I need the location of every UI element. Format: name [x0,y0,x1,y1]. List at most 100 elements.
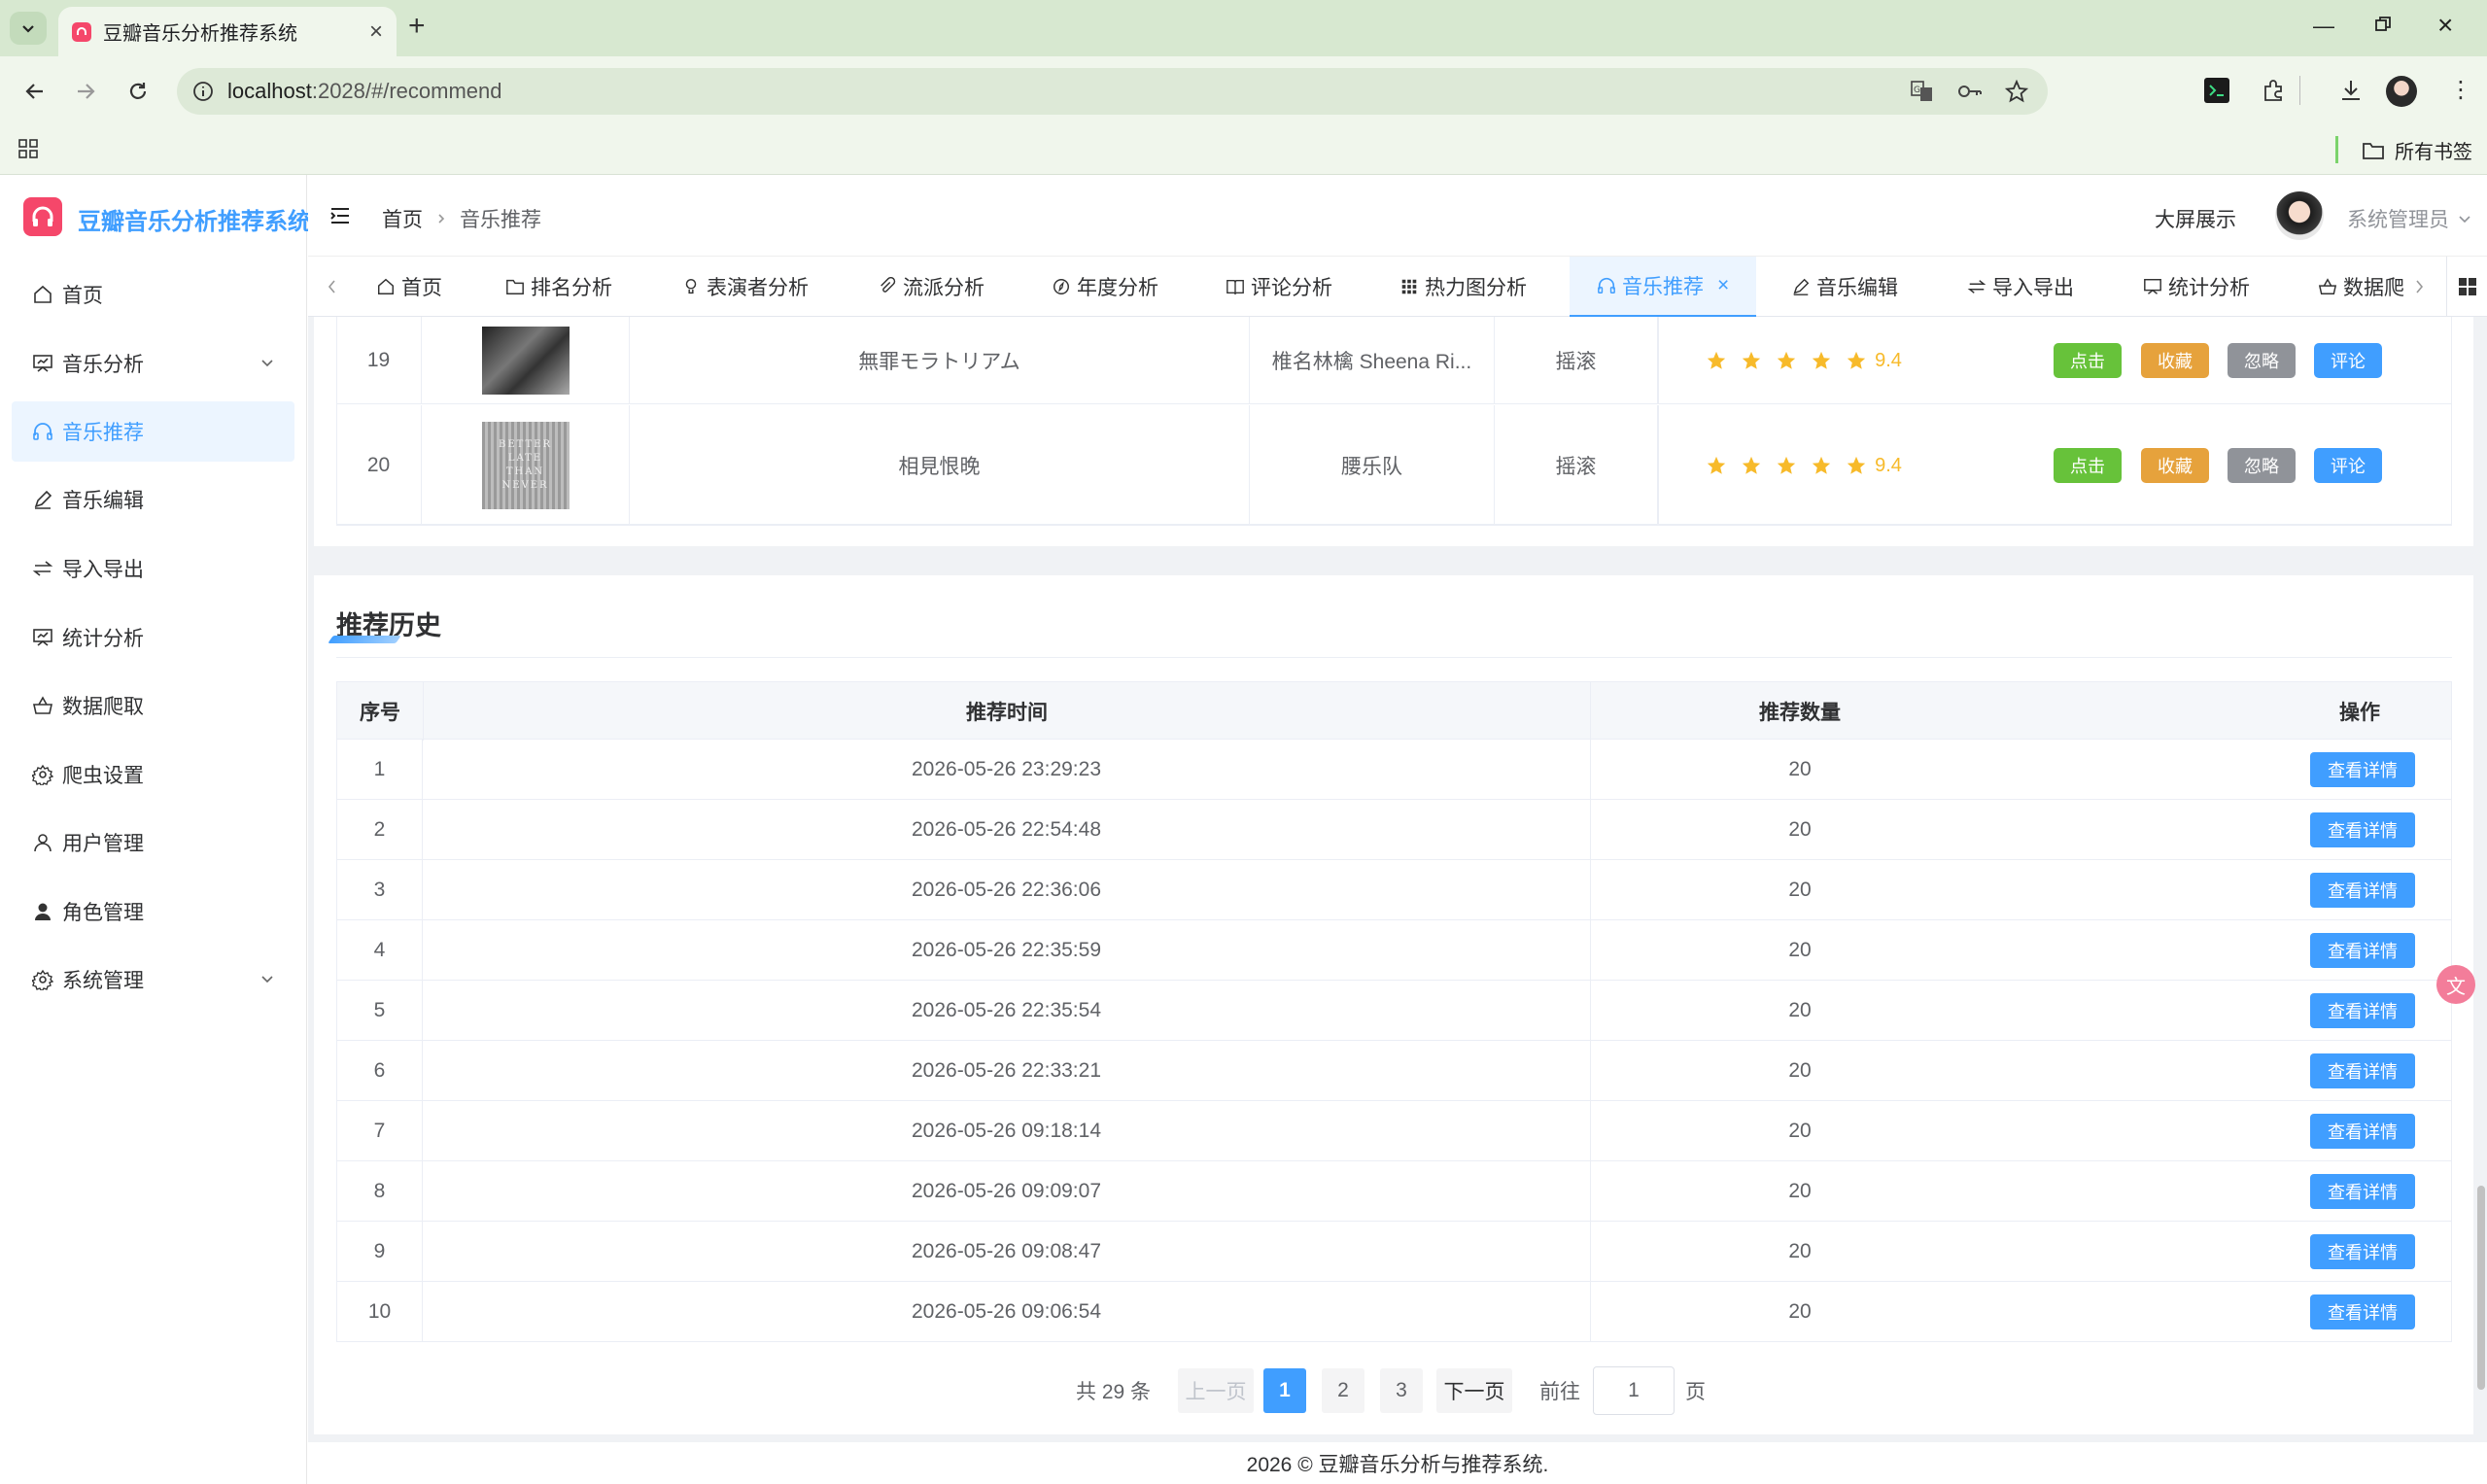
all-bookmarks-button[interactable]: 所有书签 [2362,136,2472,164]
tab-home[interactable]: 首页 [376,257,442,317]
view-detail-button[interactable]: 查看详情 [2310,873,2415,908]
cell-title: 無罪モラトリアム [630,317,1250,404]
view-detail-button[interactable]: 查看详情 [2310,1053,2415,1088]
goto-page-input[interactable] [1593,1366,1675,1415]
sidebar-item-label: 首页 [62,285,103,307]
sidebar-item-user-management[interactable]: 用户管理 [12,812,294,873]
cell-time: 2026-05-26 22:36:06 [423,860,1591,920]
tab-search-button[interactable] [10,12,47,45]
breadcrumb: 首页 音乐推荐 [382,204,541,233]
sidebar-item-crawl[interactable]: 数据爬取 [12,675,294,736]
address-bar[interactable]: localhost:2028/#/recommend G [177,68,2048,115]
view-detail-button[interactable]: 查看详情 [2310,752,2415,787]
goto-label: 前往 [1539,1381,1580,1403]
tab-music-recommend[interactable]: 音乐推荐 × [1570,257,1757,317]
minimize-icon[interactable]: — [2313,14,2334,39]
close-tab-icon[interactable]: × [1717,274,1729,297]
chevron-down-icon [261,360,273,367]
apps-grid-icon[interactable] [17,138,39,159]
sidebar-item-music-analysis[interactable]: 音乐分析 [12,333,294,394]
tab-comment[interactable]: 评论分析 [1226,257,1332,317]
sidebar-item-system-management[interactable]: 系统管理 [12,949,294,1010]
kebab-menu-icon[interactable]: ⋮ [2449,78,2472,103]
hamburger-icon[interactable] [329,206,351,225]
view-detail-button[interactable]: 查看详情 [2310,1234,2415,1269]
tab-heatmap[interactable]: 热力图分析 [1399,257,1527,317]
sidebar-item-role-management[interactable]: 角色管理 [12,881,294,942]
sidebar-item-home[interactable]: 首页 [12,264,294,325]
view-detail-button[interactable]: 查看详情 [2310,1174,2415,1209]
ignore-button[interactable]: 忽略 [2228,448,2296,483]
tab-music-edit[interactable]: 音乐编辑 [1791,257,1898,317]
scroll-left-icon[interactable] [326,278,339,295]
view-detail-button[interactable]: 查看详情 [2310,993,2415,1028]
favorite-button[interactable]: 收藏 [2141,448,2209,483]
bookmark-star-icon[interactable] [2005,80,2028,103]
next-page-button[interactable]: 下一页 [1436,1368,1512,1413]
tab-annual[interactable]: 年度分析 [1052,257,1158,317]
page-2-button[interactable]: 2 [1322,1368,1364,1413]
cell-artist: 腰乐队 [1250,405,1495,526]
table-row: 8 2026-05-26 09:09:07 20 查看详情 [336,1161,2452,1222]
sidebar-item-label: 音乐分析 [62,354,144,376]
translate-float-icon[interactable]: 文 [2436,965,2475,1004]
page-scrollbar[interactable] [2477,1186,2485,1390]
view-detail-button[interactable]: 查看详情 [2310,1114,2415,1149]
forward-arrow-icon[interactable] [68,74,103,109]
user-menu[interactable]: 系统管理员 [2347,204,2472,233]
favorite-button[interactable]: 收藏 [2141,343,2209,378]
browser-tab-strip: 豆瓣音乐分析推荐系统 × + — × [0,0,2487,56]
tab-ranking[interactable]: 排名分析 [505,257,612,317]
download-icon[interactable] [2338,78,2364,103]
browser-tab[interactable]: 豆瓣音乐分析推荐系统 × [58,7,397,56]
bookmarks-divider [2335,136,2338,163]
click-button[interactable]: 点击 [2054,448,2122,483]
close-tab-icon[interactable]: × [369,18,383,46]
click-button[interactable]: 点击 [2054,343,2122,378]
extensions-puzzle-icon[interactable] [2261,78,2286,103]
translate-icon[interactable]: G [1910,79,1935,104]
ignore-button[interactable]: 忽略 [2228,343,2296,378]
sidebar-item-import-export[interactable]: 导入导出 [12,538,294,599]
sidebar-item-music-recommend[interactable]: 音乐推荐 [12,401,294,462]
screen-display-link[interactable]: 大屏展示 [2155,204,2236,233]
page-1-button[interactable]: 1 [1263,1368,1306,1413]
sidebar-item-crawler-settings[interactable]: 爬虫设置 [12,744,294,805]
book-icon [1226,279,1244,295]
scroll-right-icon[interactable] [2412,278,2426,295]
tab-crawl[interactable]: 数据爬 [2318,257,2404,317]
headphones-icon [31,420,54,443]
rating-star-icon [1707,456,1726,474]
tabs-menu-icon[interactable] [2446,257,2487,317]
back-arrow-icon[interactable] [17,74,52,109]
view-detail-button[interactable]: 查看详情 [2310,812,2415,847]
user-avatar[interactable] [2275,191,2324,240]
new-tab-button[interactable]: + [408,10,426,43]
comment-button[interactable]: 评论 [2314,448,2382,483]
restore-icon[interactable] [2374,16,2392,33]
password-key-icon[interactable] [1956,82,1984,101]
tab-performer[interactable]: 表演者分析 [681,257,809,317]
page-3-button[interactable]: 3 [1380,1368,1423,1413]
reload-icon[interactable] [121,74,155,109]
sidebar-item-statistics[interactable]: 统计分析 [12,607,294,668]
breadcrumb-home[interactable]: 首页 [382,204,423,233]
prev-page-button[interactable]: 上一页 [1178,1368,1254,1413]
view-detail-button[interactable]: 查看详情 [2310,1294,2415,1329]
tab-import-export[interactable]: 导入导出 [1967,257,2074,317]
toolbar-divider [2299,76,2300,105]
terminal-extension-icon[interactable] [2204,78,2229,103]
view-detail-button[interactable]: 查看详情 [2310,933,2415,968]
tab-label: 音乐推荐 [1622,276,1704,298]
rating-score: 9.4 [1875,454,1902,476]
site-info-icon[interactable] [192,81,214,102]
tab-statistics[interactable]: 统计分析 [2143,257,2250,317]
close-window-icon[interactable]: × [2437,10,2453,41]
profile-avatar[interactable] [2386,76,2417,107]
home-icon [31,283,54,306]
comment-button[interactable]: 评论 [2314,343,2382,378]
tab-genre[interactable]: 流派分析 [878,257,984,317]
table-row: 2 2026-05-26 22:54:48 20 查看详情 [336,800,2452,860]
sidebar-item-music-edit[interactable]: 音乐编辑 [12,469,294,530]
sidebar-item-label: 爬虫设置 [62,765,144,787]
